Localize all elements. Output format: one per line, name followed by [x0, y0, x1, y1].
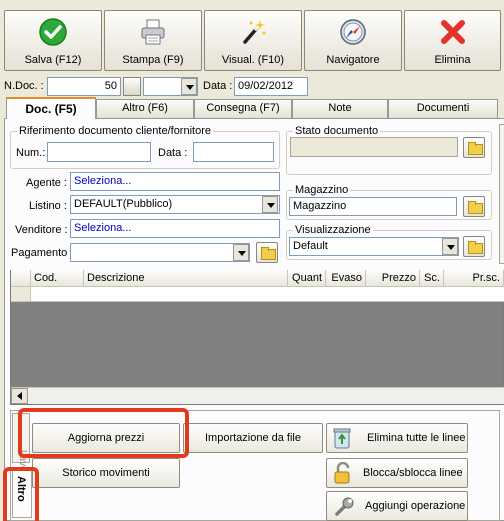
- grid-col-descrizione-label: Descrizione: [87, 272, 145, 284]
- data-value: 09/02/2012: [238, 80, 294, 92]
- padlock-icon: [334, 462, 350, 484]
- num-label: Num.:: [16, 147, 46, 159]
- tab-consegna-label: Consegna (F7): [206, 102, 280, 114]
- agente-value: Seleziona...: [74, 175, 132, 187]
- riferimento-title: Riferimento documento cliente/fornitore: [17, 125, 213, 137]
- delete-button[interactable]: Elimina: [404, 10, 501, 71]
- listino-select[interactable]: DEFAULT(Pubblico): [70, 195, 280, 214]
- aggiungi-operazione-label: Aggiungi operazione: [365, 500, 466, 512]
- grid-col-quant-label: Quant: [292, 272, 322, 284]
- tab-documenti[interactable]: Documenti: [388, 99, 498, 118]
- tab-note-label: Note: [328, 102, 352, 114]
- tab-consegna[interactable]: Consegna (F7): [194, 99, 292, 118]
- agente-field[interactable]: Seleziona...: [70, 172, 280, 191]
- elimina-tutte-button[interactable]: Elimina tutte le linee: [326, 423, 468, 453]
- num-field[interactable]: [47, 142, 151, 162]
- tab-note[interactable]: Note: [292, 99, 388, 118]
- grid-col-cod[interactable]: Cod.: [31, 270, 84, 287]
- highlight-aggiorna-prezzi: [18, 408, 189, 458]
- grid-col-prezzo-label: Prezzo: [381, 272, 416, 284]
- red-x-icon: [440, 20, 465, 44]
- navigator-label: Navigatore: [326, 54, 380, 66]
- save-label: Salva (F12): [24, 54, 82, 66]
- stato-field: [290, 137, 458, 157]
- riferimento-data-field[interactable]: [193, 142, 274, 162]
- importazione-file-button[interactable]: Importazione da file: [183, 423, 323, 453]
- compass-icon: [340, 19, 366, 45]
- ndoc-label: N.Doc. :: [4, 80, 44, 92]
- visualizzazione-dropdown-icon[interactable]: [442, 238, 458, 255]
- grid-col-sc[interactable]: Sc.: [420, 270, 444, 287]
- riferimento-data-label: Data :: [158, 147, 188, 159]
- magazzino-folder-button[interactable]: [463, 196, 485, 217]
- pagamento-dropdown-icon[interactable]: [233, 244, 249, 261]
- view-label: Visual. (F10): [221, 54, 285, 66]
- stato-folder-button[interactable]: [463, 137, 485, 158]
- right-side-panel: [499, 124, 504, 264]
- print-label: Stampa (F9): [122, 54, 184, 66]
- grid-col-cod-label: Cod.: [34, 272, 58, 284]
- storico-movimenti-button[interactable]: Storico movimenti: [32, 458, 180, 488]
- grid-corner: [11, 270, 31, 287]
- ndoc-series-dropdown-icon[interactable]: [181, 78, 197, 95]
- elimina-tutte-label: Elimina tutte le linee: [367, 432, 466, 444]
- data-field[interactable]: 09/02/2012: [234, 77, 308, 96]
- magic-wand-icon: [243, 20, 266, 44]
- print-button[interactable]: Stampa (F9): [104, 10, 202, 71]
- view-button[interactable]: Visual. (F10): [204, 10, 302, 71]
- venditore-label: Venditore :: [15, 224, 68, 236]
- checkmark-icon: [39, 18, 67, 46]
- blocca-sblocca-button[interactable]: Blocca/sblocca linee: [326, 458, 468, 488]
- scroll-left-arrow-icon[interactable]: [11, 388, 28, 404]
- grid-horizontal-scrollbar[interactable]: [11, 387, 504, 404]
- tab-altro-label: Altro (F6): [122, 102, 168, 114]
- recycle-bin-icon: [333, 428, 351, 449]
- importazione-file-label: Importazione da file: [205, 432, 301, 444]
- grid-col-sc-label: Sc.: [424, 272, 440, 284]
- listino-value: DEFAULT(Pubblico): [74, 198, 173, 210]
- grid-col-prsc[interactable]: Pr.sc.: [444, 270, 504, 287]
- ndoc-spin-button[interactable]: [123, 77, 141, 96]
- magazzino-field[interactable]: Magazzino: [289, 197, 457, 216]
- pagamento-folder-button[interactable]: [256, 242, 278, 263]
- tab-documenti-label: Documenti: [416, 102, 470, 114]
- grid-col-descrizione[interactable]: Descrizione: [84, 270, 288, 287]
- tab-doc[interactable]: Doc. (F5): [6, 97, 96, 119]
- ndoc-field[interactable]: 50: [47, 77, 121, 96]
- grid-col-evaso-label: Evaso: [331, 272, 362, 284]
- grid-row-selector[interactable]: [11, 287, 31, 302]
- aggiungi-operazione-button[interactable]: Aggiungi operazione: [326, 491, 468, 521]
- venditore-value: Seleziona...: [74, 222, 132, 234]
- grid-new-row[interactable]: [31, 287, 504, 302]
- stato-title: Stato documento: [293, 125, 381, 137]
- navigator-button[interactable]: Navigatore: [304, 10, 402, 71]
- grid-col-evaso[interactable]: Evaso: [326, 270, 366, 287]
- pagamento-select[interactable]: [70, 243, 250, 262]
- visualizzazione-title: Visualizzazione: [293, 224, 373, 236]
- data-label: Data :: [203, 80, 233, 92]
- magazzino-value: Magazzino: [293, 200, 347, 212]
- magazzino-title: Magazzino: [293, 184, 351, 196]
- grid-col-quant[interactable]: Quant: [288, 270, 326, 287]
- visualizzazione-select[interactable]: Default: [289, 237, 459, 256]
- listino-label: Listino :: [29, 200, 67, 212]
- venditore-field[interactable]: Seleziona...: [70, 219, 280, 238]
- listino-dropdown-icon[interactable]: [262, 196, 278, 213]
- blocca-sblocca-label: Blocca/sblocca linee: [363, 467, 463, 479]
- save-button[interactable]: Salva (F12): [4, 10, 102, 71]
- ndoc-value: 50: [104, 80, 117, 92]
- visualizzazione-folder-button[interactable]: [463, 236, 485, 257]
- agente-label: Agente :: [26, 177, 67, 189]
- grid-col-prsc-label: Pr.sc.: [472, 272, 500, 284]
- wrench-icon: [335, 497, 354, 516]
- tab-altro[interactable]: Altro (F6): [96, 99, 194, 118]
- visualizzazione-value: Default: [293, 240, 328, 252]
- pagamento-label: Pagamento :: [11, 247, 74, 259]
- grid-col-prezzo[interactable]: Prezzo: [366, 270, 420, 287]
- highlight-altro-tab: [3, 467, 39, 521]
- delete-label: Elimina: [434, 54, 471, 66]
- storico-movimenti-label: Storico movimenti: [62, 467, 150, 479]
- printer-icon: [141, 19, 165, 45]
- tab-doc-label: Doc. (F5): [25, 102, 77, 116]
